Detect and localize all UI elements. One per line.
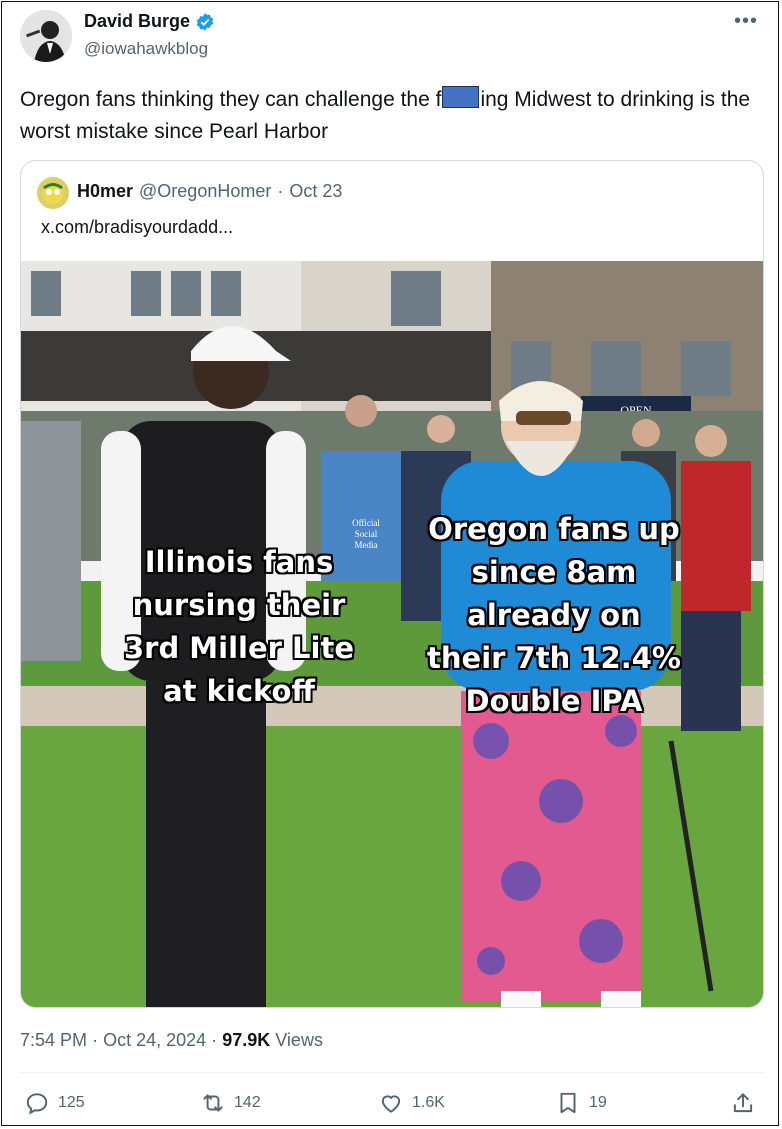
repost-count: 142: [234, 1094, 261, 1111]
bookmark-count: 19: [589, 1094, 607, 1111]
quote-avatar[interactable]: [37, 177, 69, 209]
share-button[interactable]: [730, 1090, 756, 1116]
quote-link[interactable]: x.com/bradisyourdadd...: [41, 217, 233, 238]
tweet-date[interactable]: Oct 24, 2024: [103, 1030, 206, 1050]
tweet-text: Oregon fans thinking they can challenge …: [20, 84, 770, 148]
tweet-text-part1: Oregon fans thinking they can challenge …: [20, 88, 442, 111]
quote-author-handle[interactable]: @OregonHomer: [139, 181, 271, 202]
quote-author-name[interactable]: H0mer: [77, 181, 133, 202]
like-count: 1.6K: [412, 1094, 445, 1111]
quote-header: H0mer @OregonHomer · Oct 23: [77, 181, 342, 202]
action-bar: 125 142 1.6K 19: [2, 1090, 780, 1122]
tweet-frame: David Burge @iowahawkblog ••• Oregon fan…: [1, 1, 779, 1126]
bookmark-icon: [560, 1092, 576, 1114]
repost-button[interactable]: 142: [200, 1090, 261, 1116]
quote-date[interactable]: Oct 23: [289, 181, 342, 202]
tweet-time[interactable]: 7:54 PM: [20, 1030, 87, 1050]
divider: [20, 1072, 764, 1073]
reply-count: 125: [58, 1094, 85, 1111]
share-icon: [733, 1093, 753, 1113]
meta-dot: ·: [92, 1030, 99, 1050]
meme-caption-left: Illinois fans nursing their 3rd Miller L…: [123, 545, 355, 708]
meme-caption-right: Oregon fans up since 8am already on thei…: [427, 512, 681, 718]
more-icon[interactable]: •••: [734, 10, 758, 33]
quote-separator: ·: [277, 181, 284, 201]
redaction-box: [442, 86, 480, 108]
reply-icon: [26, 1093, 48, 1115]
like-button[interactable]: 1.6K: [378, 1090, 445, 1116]
author-avatar[interactable]: [20, 10, 72, 62]
bookmark-button[interactable]: 19: [555, 1090, 607, 1116]
meme-image[interactable]: OPEN Official Social Media Illinois fans…: [21, 261, 763, 1007]
reply-button[interactable]: 125: [24, 1090, 85, 1116]
views-count: 97.9K: [222, 1030, 271, 1050]
author-handle[interactable]: @iowahawkblog: [84, 39, 208, 59]
quoted-tweet[interactable]: H0mer @OregonHomer · Oct 23 x.com/bradis…: [20, 160, 764, 1008]
repost-icon: [203, 1094, 223, 1112]
verified-icon: [196, 12, 214, 31]
author-name-row[interactable]: David Burge: [84, 11, 215, 32]
views-label: Views: [275, 1030, 323, 1050]
like-icon: [381, 1095, 401, 1113]
timestamp-line: 7:54 PM · Oct 24, 2024 · 97.9K Views: [20, 1030, 323, 1051]
author-name[interactable]: David Burge: [84, 11, 190, 32]
meta-dot: ·: [211, 1030, 218, 1050]
